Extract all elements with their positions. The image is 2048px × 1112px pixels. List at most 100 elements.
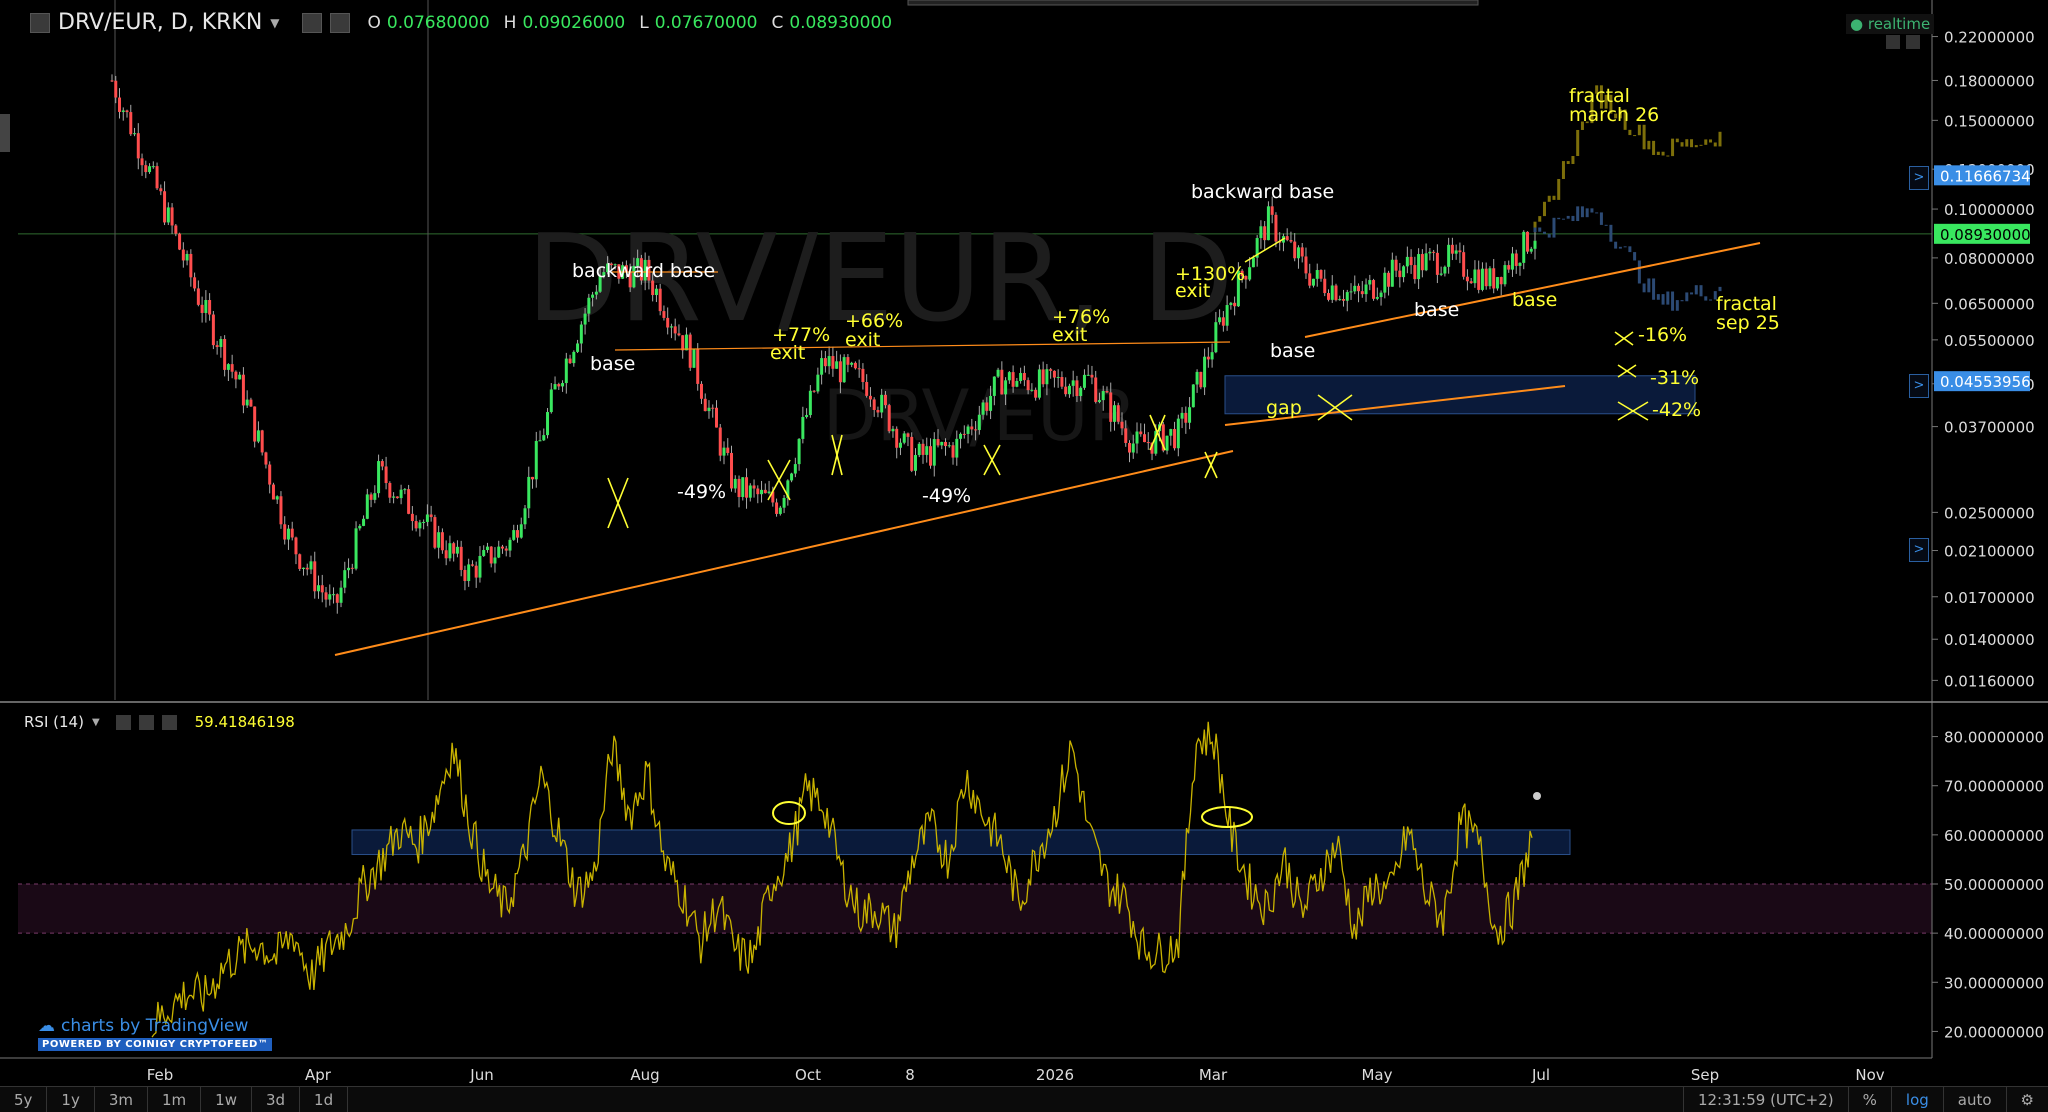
fractal-candle	[1661, 151, 1665, 156]
candle	[898, 442, 902, 448]
time-tick-label: Jun	[469, 1066, 493, 1084]
candle	[155, 166, 159, 189]
timeframe-1w[interactable]: 1w	[201, 1087, 252, 1112]
fractal-candle	[1547, 233, 1551, 238]
candle	[144, 165, 148, 173]
percent-toggle[interactable]: %	[1847, 1087, 1891, 1112]
gear-icon[interactable]	[138, 714, 154, 730]
chart-annotation: exit	[1175, 280, 1210, 302]
fractal-candle	[1623, 246, 1627, 248]
candle	[283, 524, 287, 540]
symbol-label[interactable]: DRV/EUR, D, KRKN	[58, 10, 262, 35]
candle	[474, 565, 478, 578]
rsi-label[interactable]: RSI (14)	[24, 713, 84, 731]
candle	[1424, 253, 1428, 271]
fractal-candle	[1542, 201, 1546, 217]
fractal-candle	[1628, 129, 1632, 136]
bottom-toolbar: 5y 1y 3m 1m 1w 3d 1d 12:31:59 (UTC+2) % …	[0, 1086, 2048, 1112]
chart-canvas[interactable]: DRV/EUR, DDRV/EUR 0.220000000.180000000.…	[0, 0, 2048, 1111]
candle	[151, 166, 155, 168]
candle	[136, 133, 140, 159]
candle	[328, 594, 332, 600]
eye-icon[interactable]	[115, 714, 131, 730]
candle	[974, 429, 978, 431]
candle	[1492, 268, 1496, 289]
fractal-candle	[1718, 286, 1722, 292]
chart-annotation: backward base	[1191, 181, 1334, 203]
candle	[433, 517, 437, 548]
scroll-right-button[interactable]: >	[1909, 374, 1929, 398]
fractal-candle	[1675, 300, 1679, 311]
candle	[208, 300, 212, 315]
candle	[429, 514, 433, 518]
fractal-candle	[1637, 124, 1641, 136]
clock-display[interactable]: 12:31:59 (UTC+2)	[1682, 1087, 1848, 1112]
fractal-candle	[1604, 224, 1608, 226]
candle	[324, 592, 328, 600]
candle	[1379, 292, 1383, 298]
chevron-down-icon[interactable]: ▼	[270, 16, 279, 30]
timeframe-1m[interactable]: 1m	[148, 1087, 202, 1112]
chart-annotation: base	[1270, 340, 1315, 362]
candle	[260, 430, 264, 453]
rsi-value: 59.41846198	[194, 713, 295, 731]
time-tick-label: 8	[905, 1066, 915, 1084]
timeframe-3d[interactable]: 3d	[252, 1087, 301, 1112]
log-toggle[interactable]: log	[1890, 1087, 1943, 1112]
candle	[1011, 372, 1015, 387]
scroll-right-button[interactable]: >	[1909, 538, 1929, 562]
candle	[880, 394, 884, 413]
candle	[264, 452, 268, 465]
candle	[1420, 254, 1424, 271]
close-icon[interactable]	[161, 714, 177, 730]
candle	[1274, 214, 1278, 242]
symbol-search-icon[interactable]	[30, 12, 50, 33]
candle	[1342, 299, 1346, 301]
auto-toggle[interactable]: auto	[1942, 1087, 2006, 1112]
timeframe-3m[interactable]: 3m	[95, 1087, 148, 1112]
fractal-candle	[1552, 217, 1556, 238]
candle	[1221, 317, 1225, 326]
chart-annotation: exit	[845, 329, 880, 351]
candle	[448, 543, 452, 559]
candle	[279, 496, 283, 525]
candle	[1507, 265, 1511, 270]
candle	[380, 461, 384, 467]
scroll-right-button[interactable]: >	[1909, 166, 1929, 190]
gear-icon[interactable]	[329, 12, 350, 33]
chart-annotation: -42%	[1652, 399, 1701, 421]
timeframe-1y[interactable]: 1y	[47, 1087, 95, 1112]
tradingview-branding[interactable]: ☁ charts by TradingView POWERED BY COINIG…	[38, 1016, 273, 1051]
gear-icon[interactable]: ⚙	[2005, 1087, 2048, 1112]
candle	[301, 567, 305, 569]
candle	[1034, 389, 1038, 398]
candle	[159, 188, 163, 192]
timeframe-1d[interactable]: 1d	[300, 1087, 349, 1112]
candle	[1004, 380, 1008, 395]
candle	[827, 356, 831, 367]
candle	[1071, 380, 1075, 386]
candle	[1428, 251, 1432, 254]
ohlc-open-key: O	[367, 12, 381, 33]
candle	[1022, 373, 1026, 381]
download-icon[interactable]	[1886, 35, 1900, 49]
fractal-candle	[1718, 131, 1722, 147]
fractal-candle	[1580, 206, 1584, 218]
candle	[1116, 405, 1120, 422]
candle	[1345, 292, 1349, 301]
left-collapse-tab[interactable]	[0, 114, 10, 152]
timeframe-5y[interactable]: 5y	[0, 1087, 48, 1112]
candle	[1285, 236, 1289, 241]
candle	[1195, 371, 1199, 385]
candle	[226, 364, 230, 370]
fractal-candle	[1599, 212, 1603, 225]
candle	[508, 539, 512, 551]
candle	[504, 548, 508, 551]
candle	[1488, 268, 1492, 287]
candle	[790, 473, 794, 481]
candle	[932, 439, 936, 466]
fractal-candle	[1566, 215, 1570, 219]
chevron-down-icon[interactable]: ▼	[92, 717, 100, 728]
window-icon[interactable]	[1906, 35, 1920, 49]
eye-icon[interactable]	[301, 12, 322, 33]
